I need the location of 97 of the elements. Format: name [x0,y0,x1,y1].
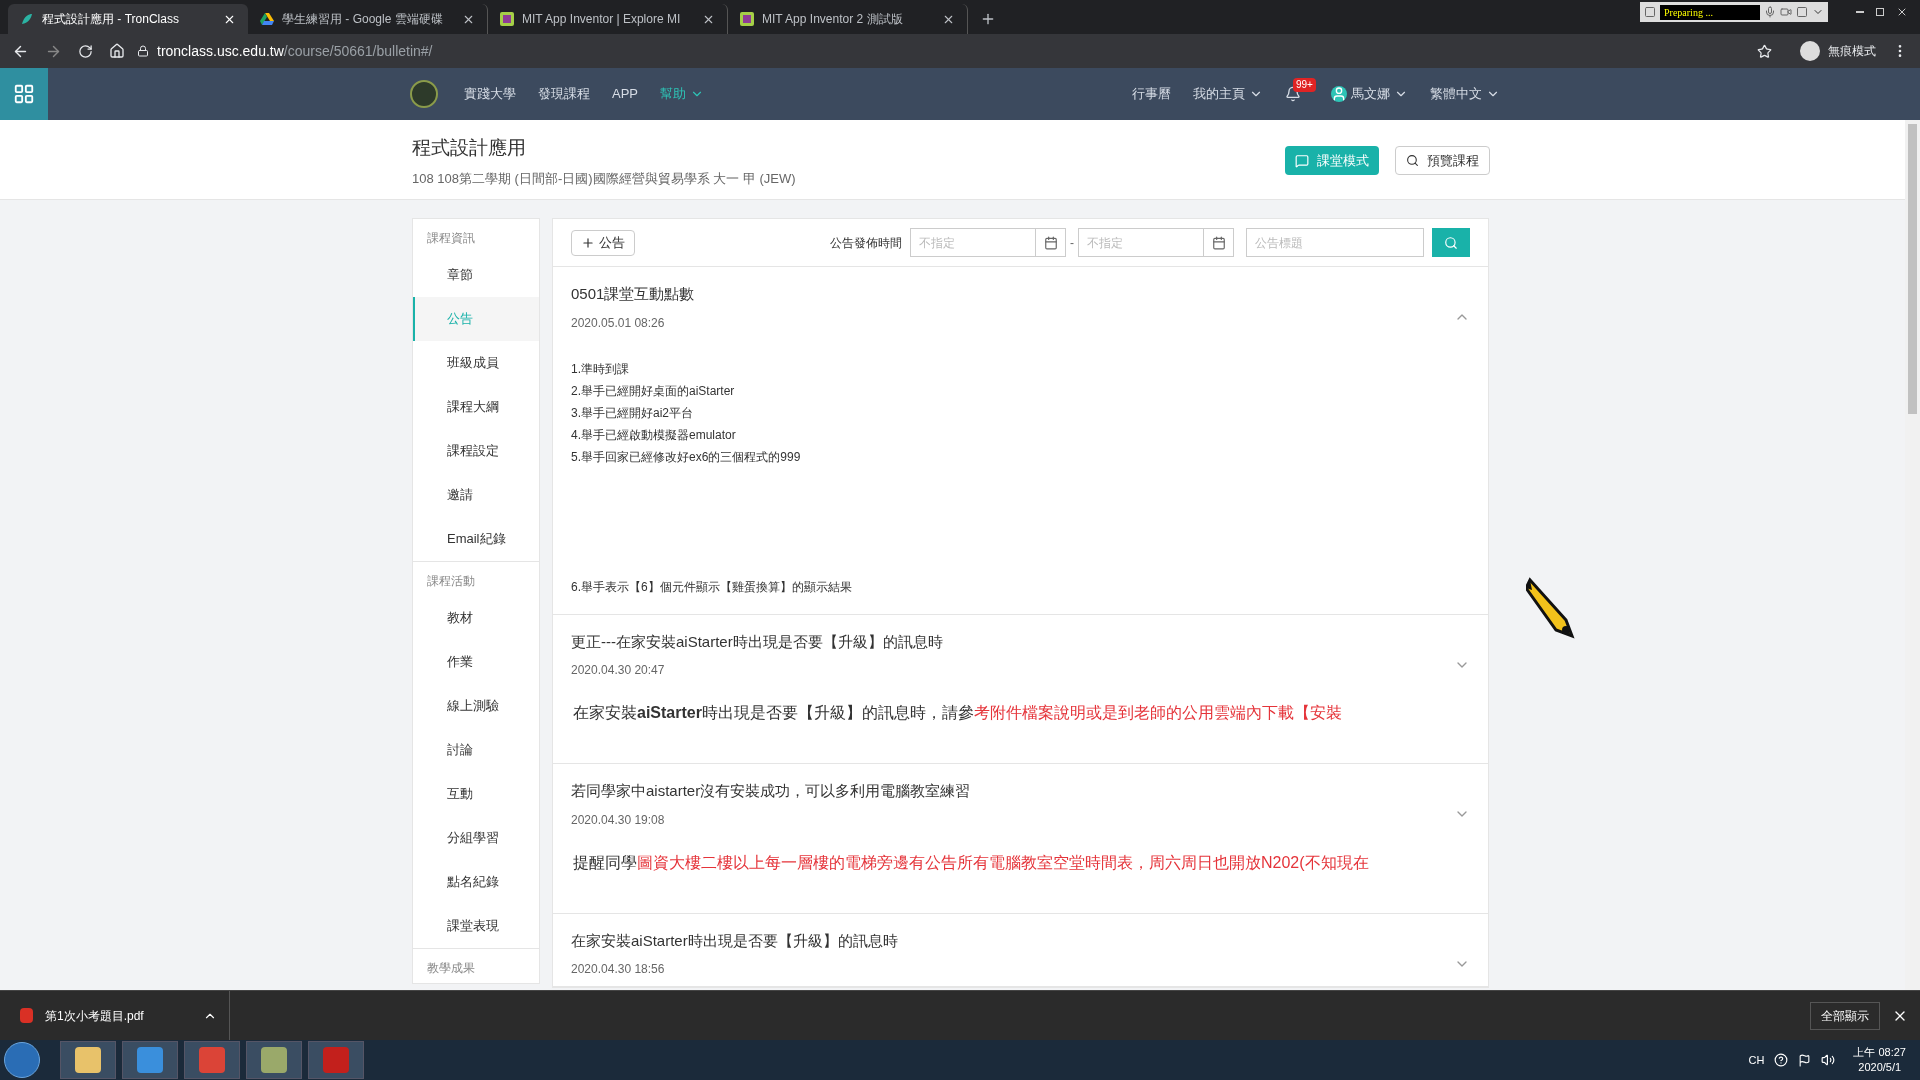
course-subtitle: 108 108第二學期 (日間部-日國)國際經營與貿易學系 大一 甲 (JEW) [412,169,796,188]
end-date-field[interactable]: 不指定 [1078,228,1204,257]
calendar-link[interactable]: 行事曆 [1132,84,1171,104]
sidebar-heading: 教學成果 [426,960,476,977]
input-language[interactable]: CH [1748,1051,1765,1069]
url-text: tronclass.usc.edu.tw/course/50661/bulletin#/ [157,41,433,61]
volume-icon[interactable] [1821,1053,1836,1067]
announcement-title[interactable]: 更正---在家安裝aiStarter時出現是否要【升級】的訊息時 [571,630,1454,653]
profile-button[interactable]: 無痕模式 [1800,41,1876,61]
sidebar-heading: 課程資訊 [426,230,476,247]
calendar-button[interactable] [1036,228,1066,257]
tab-title: MIT App Inventor | Explore MI [522,11,682,28]
nav-link[interactable]: 發現課程 [538,84,590,104]
announcement-date: 2020.04.30 20:47 [571,662,666,679]
sidebar-item[interactable]: 討論 [413,728,539,772]
notification-badge: 99+ [1293,78,1316,92]
body-line: 2.舉手已經開好桌面的aiStarter [571,382,736,400]
new-tab-icon[interactable] [980,11,996,27]
sidebar-item[interactable]: 課程設定 [413,429,539,473]
bookmark-icon[interactable] [1757,43,1772,59]
triangle-icon [260,12,274,26]
pdf-icon [20,1008,33,1023]
start-button[interactable] [4,1042,40,1078]
address-field[interactable]: tronclass.usc.edu.tw/course/50661/bulletin#/ [137,40,1741,62]
body-line: 3.舉手已經開好ai2平台 [571,404,695,422]
title-search-field[interactable]: 公告標題 [1246,228,1424,257]
sidebar-item[interactable]: 點名紀錄 [413,860,539,904]
announcement-date: 2020.04.30 18:56 [571,961,666,978]
sidebar-item[interactable]: 分組學習 [413,816,539,860]
sidebar-item[interactable]: 邀請 [413,473,539,517]
announcement-date: 2020.05.01 08:26 [571,314,666,332]
add-announcement-button[interactable]: 公告 [571,229,635,256]
nav-link[interactable]: 幫助 [660,84,704,104]
language-menu[interactable]: 繁體中文 [1430,84,1500,104]
user-menu[interactable]: 馬文娜 [1331,84,1408,104]
sidebar-item[interactable]: 班級成員 [413,341,539,385]
home-icon[interactable] [109,43,125,59]
body-line: 4.舉手已經啟動模擬器emulator [571,426,737,444]
clock-time: 上午 08:27 [1853,1045,1906,1060]
home-menu[interactable]: 我的主頁 [1193,84,1263,104]
camera-icon[interactable] [1780,6,1792,18]
announcement-title[interactable]: 在家安裝aiStarter時出現是否要【升級】的訊息時 [571,929,1454,952]
tab-title: 學生練習用 - Google 雲端硬碟 [282,11,444,28]
square-icon [1644,6,1656,18]
sidebar-item[interactable]: 教材 [413,596,539,640]
help-icon[interactable] [1774,1053,1789,1067]
sidebar-item[interactable]: Email紀錄 [413,517,539,561]
sidebar-item[interactable]: 課程大綱 [413,385,539,429]
grid-icon [13,83,35,105]
reload-icon[interactable] [78,43,93,59]
sidebar-item[interactable]: 課堂表現 [413,904,539,948]
microphone-icon[interactable] [1764,6,1776,18]
avatar-icon [1331,86,1347,102]
bell-icon[interactable] [1285,86,1301,102]
course-title: 程式設計應用 [412,136,527,160]
lock-icon [137,45,149,57]
recorder-status: Preparing ... [1660,4,1760,20]
preview-course-button[interactable]: 預覽課程 [1395,146,1490,175]
announcement-preview: 提醒同學圖資大樓二樓以上每一層樓的電梯旁邊有公告所有電腦教室空堂時間表，周六周日也開放N202(不知現在 [572,852,1370,873]
sidebar-item[interactable]: 互動 [413,772,539,816]
window-icon[interactable] [1796,6,1808,18]
sidebar-heading: 課程活動 [426,573,476,590]
browser-tab[interactable]: 程式設計應用 - TronClass [8,4,248,34]
body-line: 5.舉手回家已經修改好ex6的三個程式的999 [571,448,802,466]
search-icon [1406,154,1419,167]
app-icon [740,12,754,26]
tab-title: MIT App Inventor 2 測試版 [762,11,904,28]
scrollbar-thumb[interactable] [1908,124,1917,414]
nav-link[interactable]: APP [612,84,638,104]
app-icon [500,12,514,26]
body-line: 6.舉手表示【6】個元件顯示【雞蛋換算】的顯示結果 [571,578,853,596]
announcement-preview: 在家安裝aiStarter時出現是否要【升級】的訊息時，請參考附件檔案說明或是到老師的公用雲端內下載【安裝 [572,703,1343,723]
nav-link[interactable]: 實踐大學 [464,84,516,104]
body-line: 1.準時到課 [571,360,630,378]
calendar-icon [1211,235,1226,250]
announcement-title[interactable]: 若同學家中aistarter沒有安裝成功，可以多利用電腦教室練習 [571,780,1454,803]
calendar-button[interactable] [1204,228,1234,257]
flag-icon[interactable] [1798,1053,1812,1067]
sidebar-item[interactable]: 章節 [413,253,539,297]
show-all-button[interactable]: 全部顯示 [1810,1001,1880,1030]
school-logo[interactable] [410,80,438,108]
announcement-title[interactable]: 0501課堂互動點數 [571,283,1454,306]
sidebar-item[interactable]: 線上測驗 [413,684,539,728]
pencil-icon [1526,576,1578,640]
plus-icon [581,235,595,250]
sidebar-item[interactable]: 作業 [413,640,539,684]
filter-label: 公告發佈時間 [830,234,902,252]
announcement-date: 2020.04.30 19:08 [571,811,666,829]
start-date-field[interactable]: 不指定 [910,228,1036,257]
search-icon [1444,235,1458,250]
leaf-icon [20,12,34,26]
chat-icon [1295,153,1309,168]
calendar-icon [1043,235,1058,250]
apps-button[interactable] [0,68,48,120]
tab-title: 程式設計應用 - TronClass [42,11,180,28]
clock-date: 2020/5/1 [1857,1060,1903,1075]
date-separator: - [1070,234,1074,252]
